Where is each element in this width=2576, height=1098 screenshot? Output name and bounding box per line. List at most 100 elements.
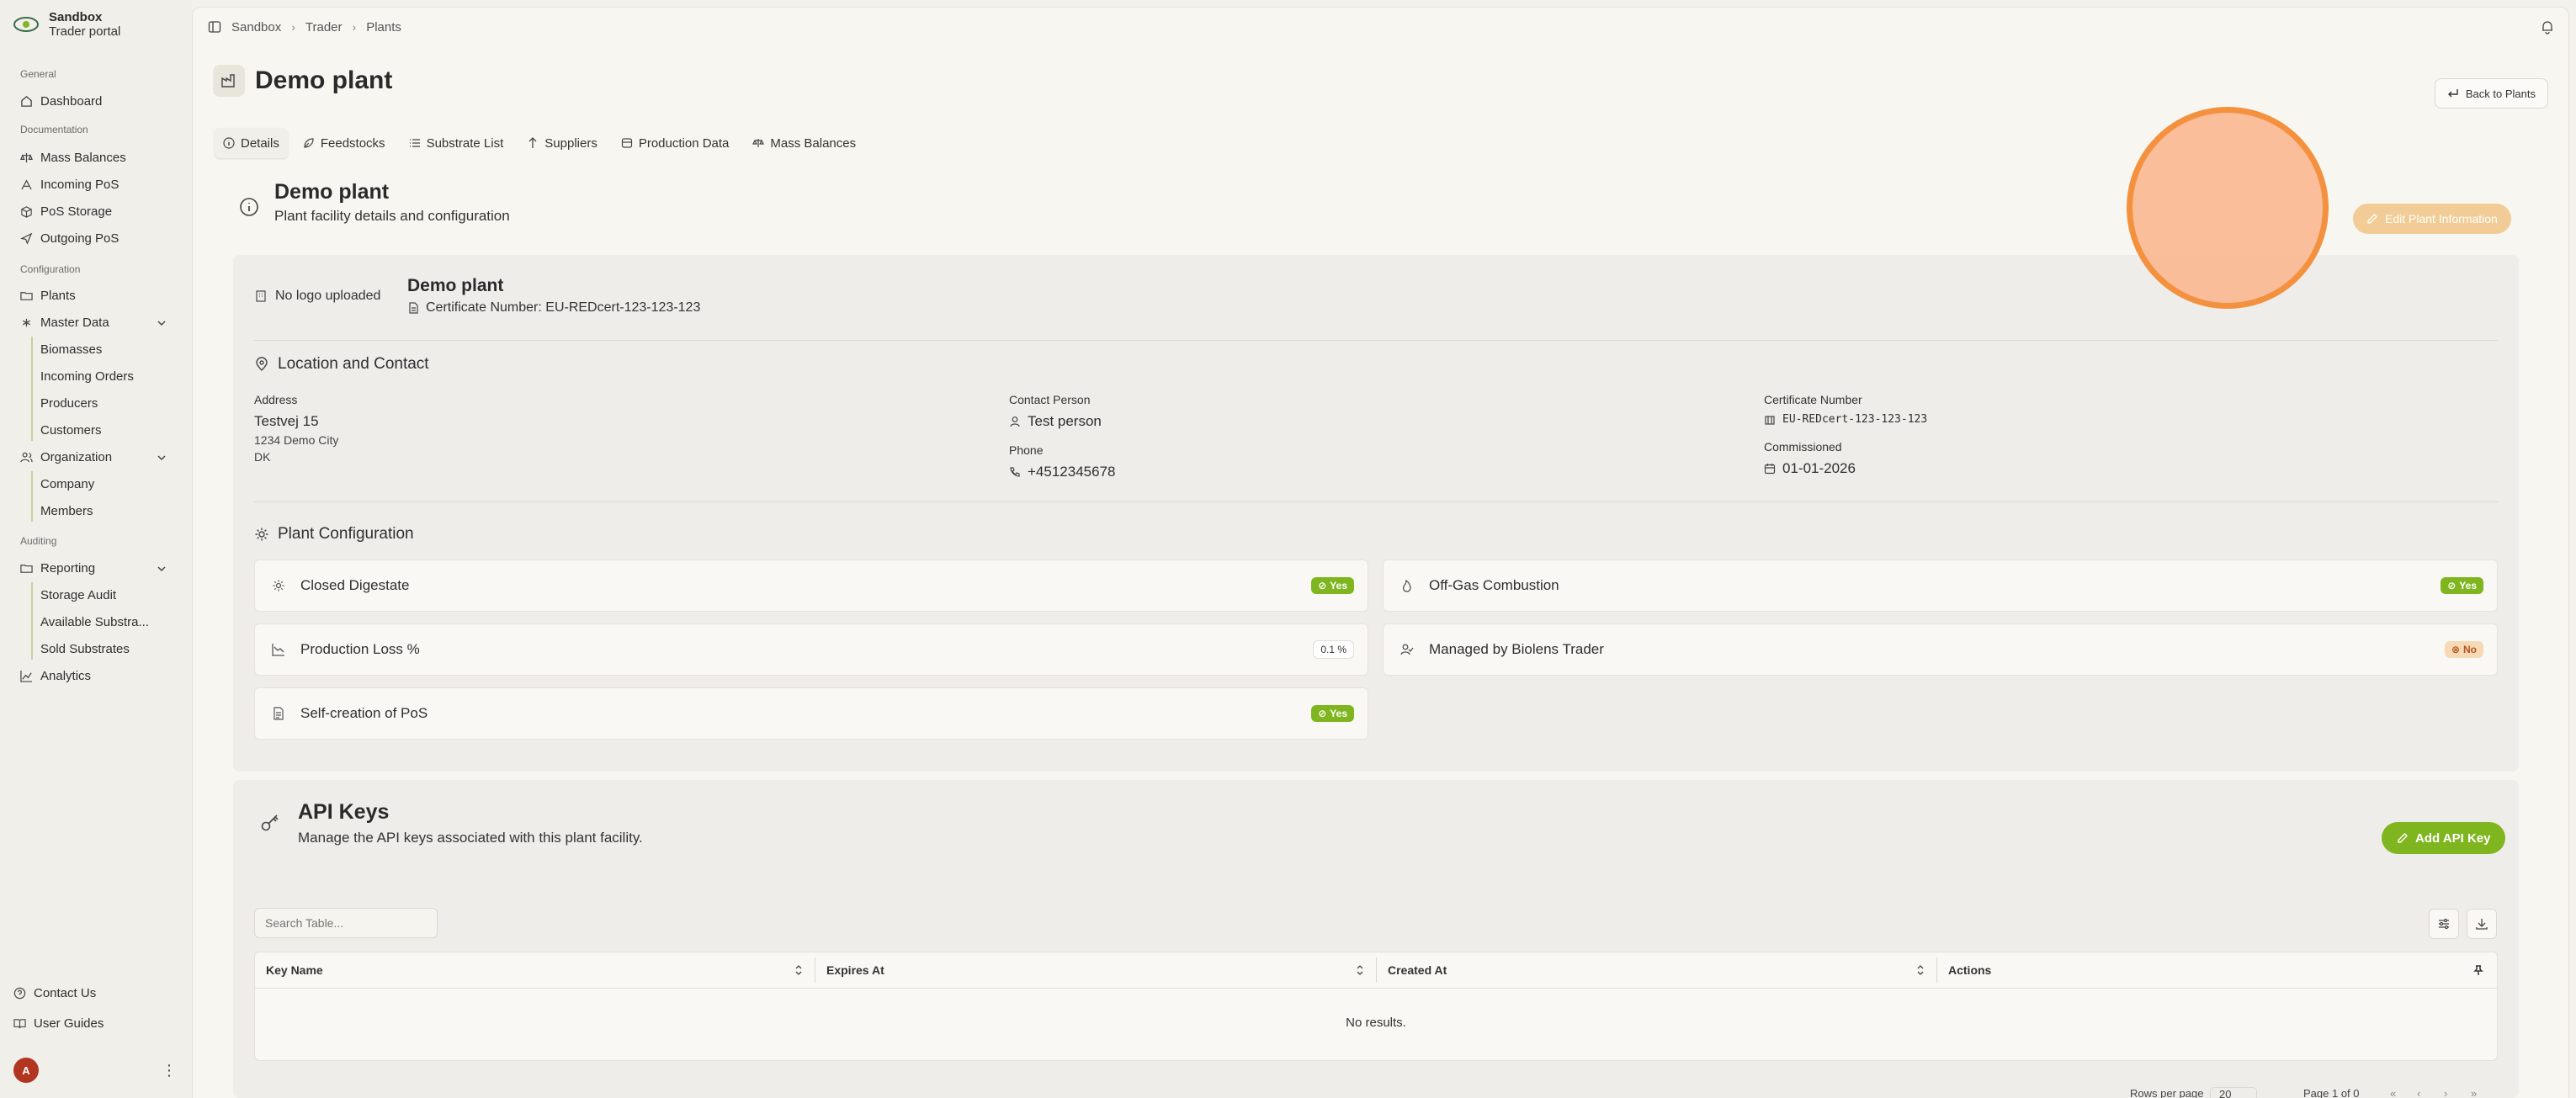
sidebar-item-company[interactable]: Company bbox=[40, 475, 94, 493]
tab-label: Suppliers bbox=[544, 135, 598, 151]
tab-label: Substrate List bbox=[426, 135, 504, 151]
sidebar-item-producers[interactable]: Producers bbox=[40, 394, 98, 412]
value-badge: 0.1 % bbox=[1313, 640, 1354, 659]
sort-icon[interactable] bbox=[1915, 964, 1925, 976]
chevron-down-icon[interactable] bbox=[156, 317, 167, 329]
sidebar-item-reporting[interactable]: Reporting bbox=[20, 559, 95, 577]
tab-suppliers[interactable]: Suppliers bbox=[518, 128, 606, 158]
sidebar-item-analytics[interactable]: Analytics bbox=[20, 666, 91, 685]
tab-substrate-list[interactable]: Substrate List bbox=[401, 128, 513, 158]
edit-plant-button[interactable]: Edit Plant Information bbox=[2353, 204, 2511, 234]
scale-icon bbox=[20, 152, 33, 162]
badge-text: Yes bbox=[1330, 580, 1347, 591]
sidebar-item-organization[interactable]: Organization bbox=[20, 448, 112, 466]
map-pin-icon bbox=[256, 357, 268, 371]
tab-production-data[interactable]: Production Data bbox=[613, 128, 738, 158]
tab-details[interactable]: Details bbox=[215, 128, 288, 158]
sort-icon[interactable] bbox=[1355, 964, 1365, 976]
search-input[interactable] bbox=[254, 908, 438, 938]
sidebar-item-incoming-orders[interactable]: Incoming Orders bbox=[40, 367, 134, 385]
contact-person-text: Test person bbox=[1028, 413, 1102, 429]
chart-line-icon bbox=[20, 670, 33, 682]
info-icon bbox=[240, 198, 258, 216]
plant-certificate: Certificate Number: EU-REDcert-123-123-1… bbox=[407, 300, 700, 316]
address-city: 1234 Demo City bbox=[254, 433, 339, 447]
chevron-down-icon[interactable] bbox=[156, 452, 167, 464]
help-circle-icon bbox=[13, 987, 26, 999]
divider bbox=[254, 340, 2498, 341]
first-page-icon[interactable]: « bbox=[2390, 1087, 2396, 1098]
click-highlight bbox=[2127, 107, 2329, 309]
commissioned-label: Commissioned bbox=[1764, 440, 1842, 454]
sidebar-item-contact-us[interactable]: Contact Us bbox=[13, 984, 96, 1002]
column-divider bbox=[1376, 957, 1377, 983]
page-header: Demo plant bbox=[213, 65, 392, 97]
column-header-created-at[interactable]: Created At bbox=[1388, 952, 1447, 988]
sidebar-item-biomasses[interactable]: Biomasses bbox=[40, 340, 102, 358]
column-settings-button[interactable] bbox=[2429, 909, 2459, 939]
sidebar-toggle-icon[interactable] bbox=[208, 20, 221, 34]
sidebar-item-available-substrates[interactable]: Available Substra... bbox=[40, 613, 149, 631]
back-to-plants-button[interactable]: Back to Plants bbox=[2434, 78, 2548, 109]
list-icon bbox=[409, 139, 420, 147]
badge-text: Yes bbox=[2459, 580, 2477, 591]
sidebar-item-label: User Guides bbox=[34, 1016, 104, 1031]
sidebar-item-outgoing-pos[interactable]: Outgoing PoS bbox=[20, 229, 119, 247]
address-label: Address bbox=[254, 393, 298, 406]
sidebar: Sandbox Trader portal General Dashboard … bbox=[0, 0, 192, 1098]
pin-icon[interactable] bbox=[2473, 964, 2483, 976]
commissioned-text: 01-01-2026 bbox=[1782, 460, 1856, 476]
prev-page-icon[interactable]: ‹ bbox=[2417, 1087, 2420, 1098]
submenu-line bbox=[31, 337, 33, 441]
folder-icon bbox=[20, 564, 33, 573]
sidebar-item-mass-balances[interactable]: Mass Balances bbox=[20, 148, 126, 167]
tab-label: Production Data bbox=[638, 135, 730, 151]
sidebar-item-plants[interactable]: Plants bbox=[20, 286, 76, 305]
config-heading: Plant Configuration bbox=[254, 525, 414, 544]
phone-label: Phone bbox=[1009, 443, 1044, 457]
config-row-self-creation: Self-creation of PoS ⊘ Yes bbox=[254, 687, 1368, 740]
x-circle-icon: ⊗ bbox=[2451, 644, 2460, 655]
sidebar-item-dashboard[interactable]: Dashboard bbox=[20, 92, 102, 110]
last-page-icon[interactable]: » bbox=[2471, 1087, 2477, 1098]
bell-icon[interactable] bbox=[2540, 19, 2555, 34]
sidebar-item-sold-substrates[interactable]: Sold Substrates bbox=[40, 639, 130, 658]
phone-text: +4512345678 bbox=[1028, 464, 1116, 480]
tab-feedstocks[interactable]: Feedstocks bbox=[295, 128, 394, 158]
config-row-production-loss: Production Loss % 0.1 % bbox=[254, 623, 1368, 676]
details-title: Demo plant bbox=[274, 180, 390, 204]
brand[interactable]: Sandbox Trader portal bbox=[12, 10, 120, 39]
check-circle-icon: ⊘ bbox=[1318, 708, 1327, 719]
chevron-down-icon[interactable] bbox=[156, 563, 167, 575]
contact-label: Contact Person bbox=[1009, 393, 1091, 406]
leaf-icon bbox=[304, 138, 314, 148]
sidebar-item-user-guides[interactable]: User Guides bbox=[13, 1014, 104, 1032]
logo-placeholder[interactable]: No logo uploaded bbox=[254, 289, 380, 304]
sidebar-item-label: PoS Storage bbox=[40, 204, 113, 219]
tab-mass-balances[interactable]: Mass Balances bbox=[744, 128, 864, 158]
rows-per-page-select[interactable]: 20 bbox=[2210, 1087, 2258, 1098]
sidebar-item-members[interactable]: Members bbox=[40, 501, 93, 520]
config-label: Off-Gas Combustion bbox=[1429, 577, 1559, 593]
column-header-expires-at[interactable]: Expires At bbox=[826, 952, 884, 988]
chevron-right-icon: › bbox=[291, 20, 295, 34]
breadcrumb-item[interactable]: Sandbox bbox=[231, 20, 281, 34]
column-header-key-name[interactable]: Key Name bbox=[266, 952, 323, 988]
sidebar-item-pos-storage[interactable]: PoS Storage bbox=[20, 202, 112, 220]
sidebar-item-label: Incoming PoS bbox=[40, 177, 120, 192]
submenu-line bbox=[31, 471, 33, 522]
add-api-key-button[interactable]: Add API Key bbox=[2382, 822, 2506, 854]
sidebar-item-storage-audit[interactable]: Storage Audit bbox=[40, 586, 116, 604]
breadcrumb-item[interactable]: Plants bbox=[366, 20, 401, 34]
sort-icon[interactable] bbox=[794, 964, 804, 976]
download-button[interactable] bbox=[2467, 909, 2497, 939]
sidebar-item-customers[interactable]: Customers bbox=[40, 421, 102, 439]
sidebar-item-master-data[interactable]: Master Data bbox=[20, 313, 109, 332]
sidebar-item-label: Master Data bbox=[40, 315, 109, 330]
more-vertical-icon[interactable]: ⋮ bbox=[162, 1062, 177, 1079]
sidebar-item-incoming-pos[interactable]: Incoming PoS bbox=[20, 175, 119, 194]
breadcrumb-item[interactable]: Trader bbox=[305, 20, 343, 34]
avatar[interactable]: A bbox=[13, 1058, 39, 1083]
next-page-icon[interactable]: › bbox=[2444, 1087, 2447, 1098]
breadcrumb: Sandbox › Trader › Plants bbox=[231, 20, 401, 34]
